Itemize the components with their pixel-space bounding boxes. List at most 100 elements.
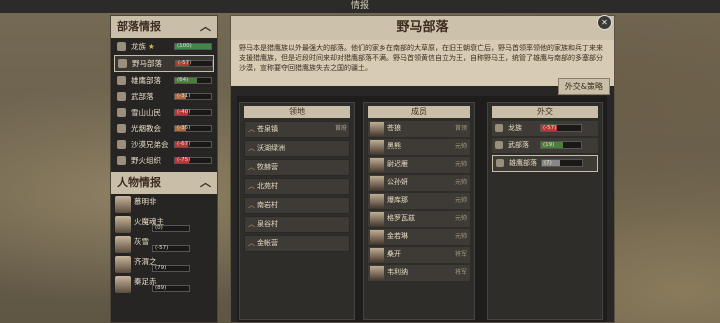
faction-name: 野马部落 <box>132 59 162 68</box>
faction-title: 野马部落 <box>396 20 449 35</box>
chevron-up-icon: ︿ <box>248 163 255 171</box>
member-row[interactable]: 爆库那 元帅 <box>368 193 470 209</box>
member-name: 格罗瓦兹 <box>387 214 415 222</box>
chevron-up-icon: ︿ <box>248 220 255 228</box>
relation-value: (64) <box>177 77 189 83</box>
territory-name: 北苑村 <box>257 182 278 190</box>
star-icon: ★ <box>148 42 155 51</box>
member-row[interactable]: 韦利纳 将军 <box>368 265 470 281</box>
close-icon[interactable]: ✕ <box>597 15 612 30</box>
member-name: 金若琳 <box>387 232 408 240</box>
relation-bar: (-67) <box>174 141 212 148</box>
relation-bar: (-35) <box>174 125 212 132</box>
relation-faction-name: 雄鹰部落 <box>509 159 537 167</box>
relation-value: (7) <box>544 160 552 166</box>
territory-row[interactable]: ︿ 牧赫营 <box>244 159 350 176</box>
faction-emblem-icon <box>495 141 503 149</box>
faction-row[interactable]: 雪山山民 (-40) <box>114 105 214 120</box>
relation-row[interactable]: 武部落 (19) <box>492 138 598 153</box>
relation-bar: (0) <box>152 225 190 232</box>
portrait-avatar <box>115 196 131 213</box>
diplomacy-header: 外交 <box>492 106 598 118</box>
chevron-up-icon: ︿ <box>248 144 255 152</box>
diplomacy-strategy-button[interactable]: 外交&策略 <box>557 78 610 95</box>
faction-columns: 领地 ︿ 苍泉镇 首府 ︿ 沃湖绿洲 ︿ 牧赫营 ︿ 北苑村 ︿ 南岩村 ︿ 泉谷村 ︿ 金帐营 成员 苍狼… <box>237 96 607 322</box>
faction-emblem-icon <box>496 159 504 167</box>
member-row[interactable]: 尉迟雁 元帅 <box>368 157 470 173</box>
person-name: 慕明非 <box>134 197 157 206</box>
member-row[interactable]: 黑熊 元帅 <box>368 139 470 155</box>
faction-emblem-icon <box>117 124 126 133</box>
portrait-avatar <box>370 194 384 208</box>
member-row[interactable]: 格罗瓦兹 元帅 <box>368 211 470 227</box>
portrait-avatar <box>370 248 384 262</box>
chevron-up-icon: ︿ <box>248 201 255 209</box>
faction-row[interactable]: 野火组织 (-75) <box>114 153 214 168</box>
relation-value: (0) <box>155 225 163 231</box>
person-row[interactable]: 秦足赤 (89) <box>114 275 214 294</box>
territory-name: 南岩村 <box>257 201 278 209</box>
faction-row[interactable]: 光烟教会 (-35) <box>114 121 214 136</box>
member-row[interactable]: 苍狼 首领 <box>368 121 470 137</box>
person-row[interactable]: 齐渭之 (79) <box>114 255 214 274</box>
member-role: 元帅 <box>454 161 467 168</box>
relation-row[interactable]: 龙族 (-57) <box>492 121 598 136</box>
relation-bar: (-75) <box>174 157 212 164</box>
member-role: 元帅 <box>454 197 467 204</box>
relation-row[interactable]: 雄鹰部落 (7) <box>492 155 598 172</box>
territory-row[interactable]: ︿ 南岩村 <box>244 197 350 214</box>
territory-tag: 首府 <box>334 125 347 132</box>
member-row[interactable]: 金若琳 元帅 <box>368 229 470 245</box>
faction-emblem-icon <box>117 140 126 149</box>
faction-name: 沙漠兄弟会 <box>131 140 169 149</box>
faction-emblem-icon <box>495 124 503 132</box>
person-row[interactable]: 灰雪 (-57) <box>114 235 214 254</box>
territory-row[interactable]: ︿ 沃湖绿洲 <box>244 140 350 157</box>
faction-name: 雄鹰部落 <box>131 76 161 85</box>
diplomacy-column: 外交 龙族 (-57) 武部落 (19) 雄鹰部落 (7) <box>487 102 603 320</box>
relation-bar: (100) <box>174 43 212 50</box>
faction-row[interactable]: 野马部落 (-57) <box>114 55 214 72</box>
faction-row[interactable]: 沙漠兄弟会 (-67) <box>114 137 214 152</box>
territory-column: 领地 ︿ 苍泉镇 首府 ︿ 沃湖绿洲 ︿ 牧赫营 ︿ 北苑村 ︿ 南岩村 ︿ 泉谷村 ︿ 金帐营 <box>239 102 355 320</box>
member-row[interactable]: 桑开 将军 <box>368 247 470 263</box>
members-header: 成员 <box>368 106 470 118</box>
relation-bar: (-57) <box>152 245 190 252</box>
people-list: 慕明非 火魔魂主 (0) 灰雪 (-57) 齐渭之 (79) 秦足赤 (89) <box>111 195 217 294</box>
factions-section-header[interactable]: 部落情报 ︿ <box>111 16 217 38</box>
territory-row[interactable]: ︿ 苍泉镇 首府 <box>244 121 350 138</box>
member-name: 爆库那 <box>387 196 408 204</box>
faction-description: 野马本是猎鹰族以外最强大的部落。他们的家乡在南部的大草原，在旧王朝衰亡后，野马首… <box>231 40 614 86</box>
faction-row[interactable]: 龙族 ★ (100) <box>114 39 214 54</box>
chevron-up-icon: ︿ <box>200 20 211 33</box>
relation-bar: (-31) <box>174 93 212 100</box>
portrait-avatar <box>370 266 384 280</box>
faction-name: 龙族 <box>131 42 146 51</box>
person-name: 灰雪 <box>134 237 149 246</box>
territory-list: ︿ 苍泉镇 首府 ︿ 沃湖绿洲 ︿ 牧赫营 ︿ 北苑村 ︿ 南岩村 ︿ 泉谷村 ︿ 金帐营 <box>240 121 354 252</box>
faction-row[interactable]: 雄鹰部落 (64) <box>114 73 214 88</box>
member-row[interactable]: 公孙妍 元帅 <box>368 175 470 191</box>
territory-row[interactable]: ︿ 金帐营 <box>244 235 350 252</box>
faction-row[interactable]: 武部落 (-31) <box>114 89 214 104</box>
person-row[interactable]: 火魔魂主 (0) <box>114 215 214 234</box>
territory-name: 沃湖绿洲 <box>257 144 285 152</box>
member-name: 黑熊 <box>387 142 401 150</box>
person-row[interactable]: 慕明非 <box>114 195 214 214</box>
territory-row[interactable]: ︿ 北苑村 <box>244 178 350 195</box>
territory-row[interactable]: ︿ 泉谷村 <box>244 216 350 233</box>
relation-value: (89) <box>155 285 167 291</box>
factions-section-title: 部落情报 <box>117 20 161 33</box>
member-name: 苍狼 <box>387 124 401 132</box>
chevron-up-icon: ︿ <box>200 176 211 189</box>
faction-emblem-icon <box>117 156 126 165</box>
member-list: 苍狼 首领 黑熊 元帅 尉迟雁 元帅 公孙妍 元帅 爆库那 元帅 格罗瓦兹 元帅 金若琳 元帅 桑开 将军 韦利… <box>364 121 474 281</box>
people-section-header[interactable]: 人物情报 ︿ <box>111 172 217 194</box>
relation-value: (-75) <box>177 157 191 163</box>
intel-sidebar: 部落情报 ︿ 龙族 ★ (100) 野马部落 (-57) 雄鹰部落 (64) 武部落 (-31)… <box>110 15 218 323</box>
portrait-avatar <box>370 140 384 154</box>
faction-emblem-icon <box>117 92 126 101</box>
window-title-bar: 情报 <box>0 0 720 13</box>
faction-emblem-icon <box>117 76 126 85</box>
faction-name: 雪山山民 <box>131 108 161 117</box>
